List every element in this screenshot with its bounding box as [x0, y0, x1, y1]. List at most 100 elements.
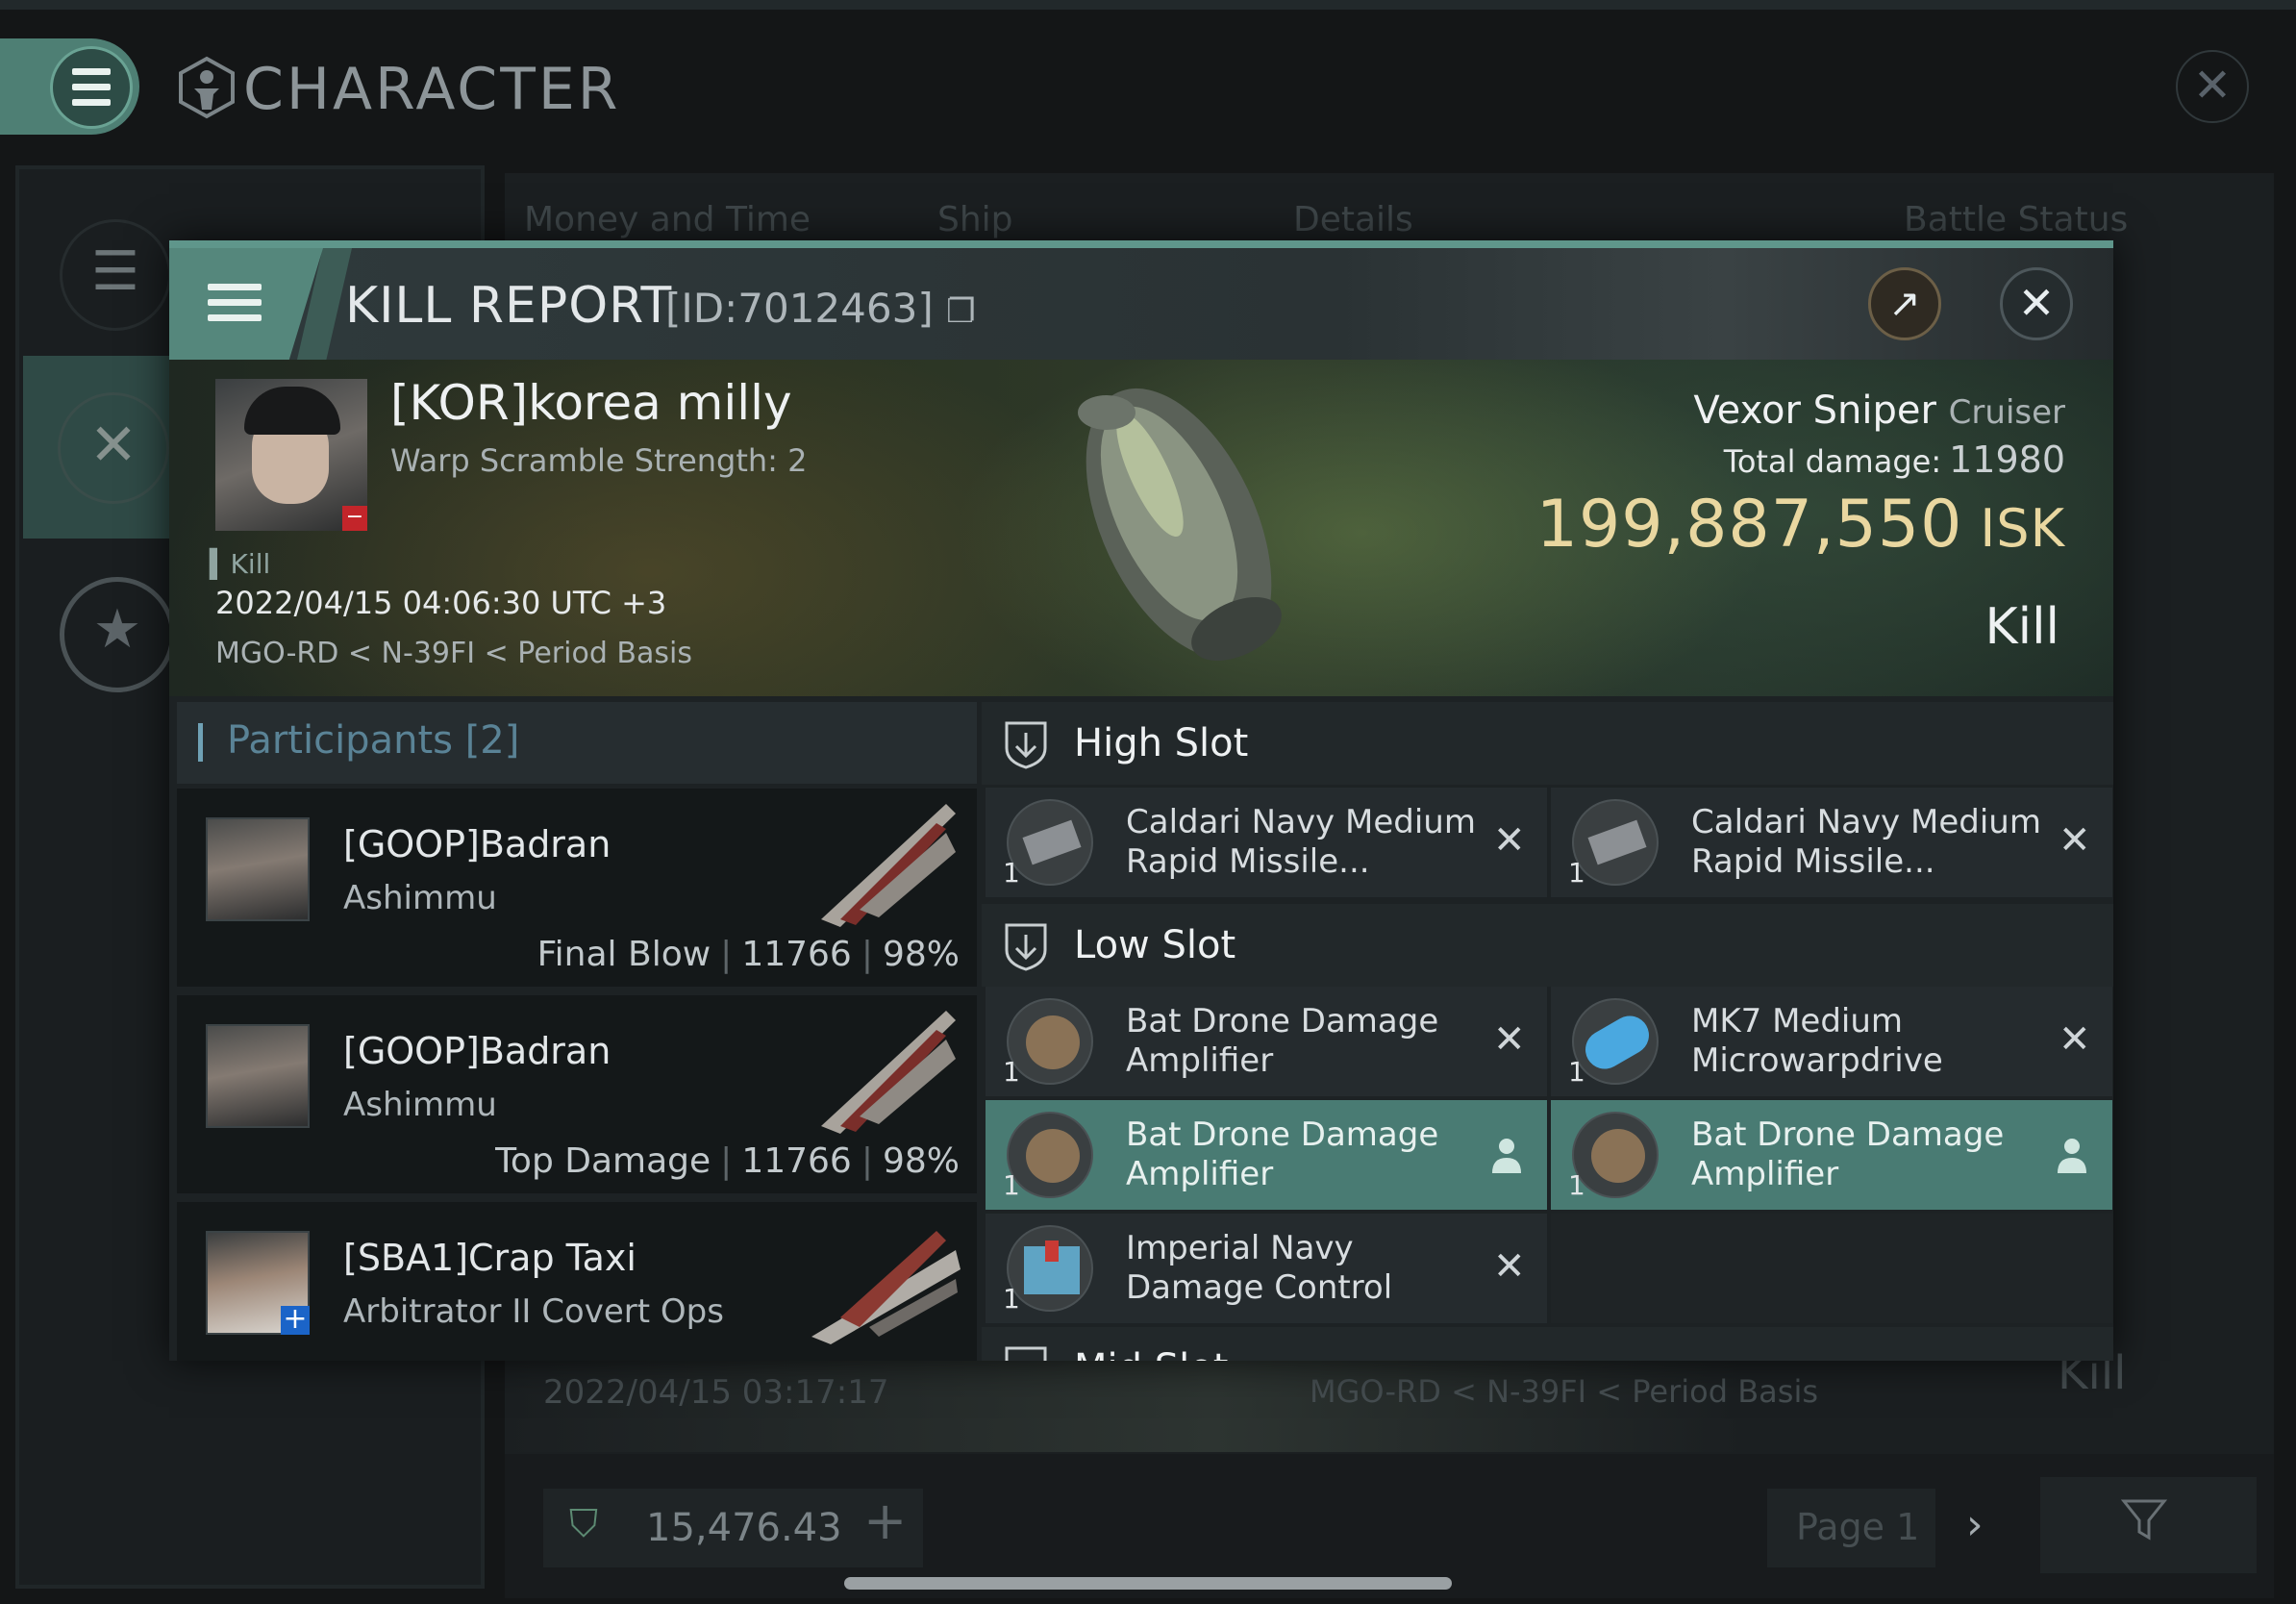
mid-slot-header: Mid Slot — [982, 1327, 2113, 1361]
participant-avatar — [206, 1024, 310, 1128]
total-damage: Total damage: 11980 — [1724, 439, 2065, 481]
app-close-icon[interactable]: ✕ — [2176, 50, 2249, 123]
ship-name: Vexor Sniper — [1693, 388, 1936, 433]
participant-avatar: + — [206, 1231, 310, 1335]
filter-icon — [2120, 1499, 2168, 1541]
tab-details[interactable]: Details — [1293, 200, 1413, 239]
x-icon: ✕ — [1493, 1017, 1526, 1062]
participant-name: [SBA1]Crap Taxi — [343, 1237, 636, 1279]
participant-row[interactable]: [GOOP]Badran Ashimmu Final Blow | 11766 | 98… — [177, 789, 977, 987]
tab-battle-status[interactable]: Battle Status — [1904, 200, 2128, 239]
mid-slot-icon — [1005, 1346, 1047, 1361]
character-icon — [179, 56, 235, 119]
module-item[interactable]: 1 Caldari Navy Medium Rapid Missile... ✕ — [986, 788, 1547, 897]
high-slot-icon — [1005, 721, 1047, 769]
app-title: CHARACTER — [243, 56, 621, 123]
low-slot-header: Low Slot — [982, 904, 2113, 987]
participant-stats: Final Blow | 11766 | 98% — [537, 935, 960, 974]
x-icon: ✕ — [2059, 1017, 2091, 1062]
kill-report-dialog: KILL REPORT [ID:7012463] ❐ ↗ ✕ − [KOR]ko… — [169, 240, 2113, 1361]
module-qty: 1 — [1568, 857, 1585, 889]
bg-row-date: 2022/04/15 03:17:17 — [543, 1373, 889, 1412]
hostile-badge-icon: − — [342, 506, 367, 531]
victim-subtitle: Warp Scramble Strength: 2 — [390, 442, 808, 479]
bg-row-location: MGO-RD < N-39FI < Period Basis — [1310, 1373, 1819, 1410]
victim-ship[interactable]: Vexor Sniper Cruiser — [1693, 388, 2065, 433]
module-name: Caldari Navy Medium Rapid Missile... — [1691, 803, 2041, 881]
isk-loss-value: 199,887,550 — [1535, 487, 1963, 563]
main-menu-button[interactable] — [50, 46, 133, 129]
participant-name: [GOOP]Badran — [343, 1030, 611, 1072]
participant-ship: Ashimmu — [343, 1086, 497, 1124]
report-id-label: [ID:7012463] — [665, 285, 934, 332]
module-name: Caldari Navy Medium Rapid Missile... — [1126, 803, 1476, 881]
participant-damage: 11766 — [741, 1141, 852, 1181]
participant-percent: 98% — [882, 935, 960, 974]
kill-result: Kill — [1984, 598, 2059, 656]
victim-ship-image — [1078, 388, 1282, 662]
empty-module-cell — [1551, 1214, 2112, 1323]
tab-money-and-time[interactable]: Money and Time — [524, 200, 811, 239]
add-contact-icon: + — [281, 1305, 310, 1335]
victim-avatar[interactable]: − — [215, 379, 367, 531]
participant-damage: 11766 — [741, 935, 852, 974]
participant-ship: Arbitrator II Covert Ops — [343, 1292, 724, 1331]
participant-avatar — [206, 817, 310, 921]
module-item[interactable]: 1 Bat Drone Damage Amplifier — [986, 1100, 1547, 1210]
participant-ship: Ashimmu — [343, 879, 497, 917]
module-qty: 1 — [1003, 857, 1020, 889]
wallet-icon: ⛉ — [569, 1502, 598, 1546]
participants-title: Participants [2] — [227, 718, 520, 763]
rail-combat-icon[interactable]: ✕ — [58, 392, 169, 504]
participant-row[interactable]: + [SBA1]Crap Taxi Arbitrator II Covert O… — [177, 1202, 977, 1361]
x-icon: ✕ — [2059, 818, 2091, 863]
victim-name[interactable]: [KOR]korea milly — [390, 375, 792, 431]
victim-banner: − [KOR]korea milly Warp Scramble Strengt… — [169, 360, 2113, 696]
module-item[interactable]: 1 MK7 Medium Microwarpdrive ✕ — [1551, 987, 2112, 1096]
close-icon[interactable]: ✕ — [2000, 267, 2073, 340]
module-qty: 1 — [1568, 1169, 1585, 1201]
low-slot-icon — [1005, 923, 1047, 971]
kill-tag: ▍Kill — [210, 548, 271, 580]
participant-role: Top Damage — [495, 1141, 711, 1181]
module-name: Imperial Navy Damage Control — [1126, 1229, 1393, 1307]
add-isk-button[interactable]: + — [863, 1491, 907, 1551]
participant-name: [GOOP]Badran — [343, 823, 611, 865]
total-damage-value: 11980 — [1949, 439, 2065, 481]
isk-unit: ISK — [1980, 498, 2065, 559]
participant-ship-image — [821, 1011, 956, 1134]
home-indicator — [844, 1577, 1452, 1590]
rail-list-icon[interactable]: ☰ — [60, 219, 171, 331]
module-name: MK7 Medium Microwarpdrive — [1691, 1002, 1943, 1080]
tab-ship[interactable]: Ship — [937, 200, 1013, 239]
high-slot-title: High Slot — [1074, 721, 1249, 765]
dialog-title: KILL REPORT — [345, 277, 673, 335]
victim-location[interactable]: MGO-RD < N-39FI < Period Basis — [215, 637, 692, 670]
copy-icon[interactable]: ❐ — [946, 292, 975, 331]
share-icon[interactable]: ↗ — [1868, 267, 1941, 340]
rail-star-icon[interactable]: ★ — [60, 577, 175, 692]
participant-row[interactable]: [GOOP]Badran Ashimmu Top Damage | 11766 | 98… — [177, 995, 977, 1193]
ship-class: Cruiser — [1948, 393, 2065, 432]
participants-count: [2] — [464, 718, 520, 763]
participant-role: Final Blow — [537, 935, 711, 974]
module-item[interactable]: 1 Imperial Navy Damage Control ✕ — [986, 1214, 1547, 1323]
participant-ship-image — [811, 1231, 961, 1344]
module-item[interactable]: 1 Bat Drone Damage Amplifier ✕ — [986, 987, 1547, 1096]
avatar-cap — [244, 387, 340, 435]
top-status-line — [0, 0, 2296, 10]
module-item[interactable]: 1 Bat Drone Damage Amplifier — [1551, 1100, 2112, 1210]
module-name: Bat Drone Damage Amplifier — [1691, 1115, 2005, 1193]
module-qty: 1 — [1003, 1283, 1020, 1315]
next-page-icon[interactable]: › — [1966, 1500, 1984, 1549]
module-name: Bat Drone Damage Amplifier — [1126, 1115, 1439, 1193]
participant-percent: 98% — [882, 1141, 960, 1181]
report-id[interactable]: [ID:7012463] ❐ — [665, 285, 976, 332]
mid-slot-title: Mid Slot — [1074, 1346, 1228, 1361]
isk-loss: 199,887,550 ISK — [1536, 487, 2065, 563]
x-icon: ✕ — [1493, 818, 1526, 863]
hamburger-icon — [208, 284, 262, 330]
module-item[interactable]: 1 Caldari Navy Medium Rapid Missile... ✕ — [1551, 788, 2112, 897]
person-icon — [1492, 1139, 1521, 1173]
wallet-value: 15,476.43 — [646, 1506, 842, 1550]
